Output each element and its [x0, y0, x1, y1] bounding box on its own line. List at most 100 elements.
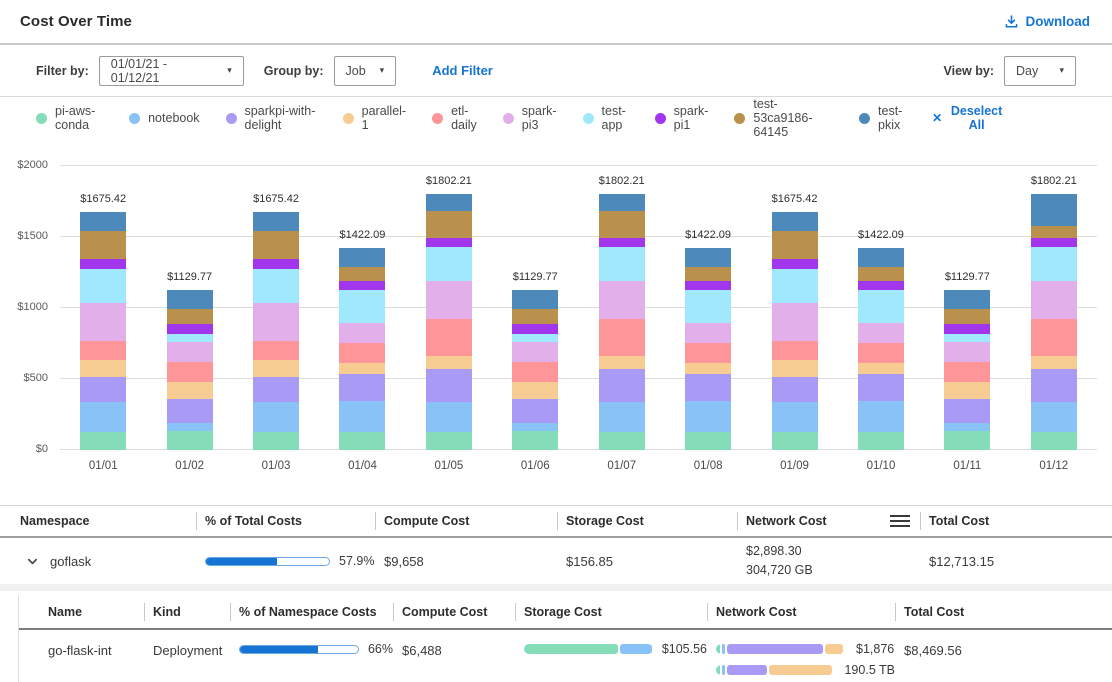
- bar-segment-spark-pi1[interactable]: [858, 281, 904, 291]
- stacked-bar-01/04[interactable]: [339, 248, 385, 450]
- bar-segment-pi-aws-conda[interactable]: [944, 431, 990, 450]
- bar-segment-test-53ca9186-64145[interactable]: [685, 267, 731, 281]
- col-header-total-cost[interactable]: Total Cost: [895, 595, 1112, 628]
- stacked-bar-01/06[interactable]: [512, 290, 558, 450]
- stacked-bar-01/12[interactable]: [1031, 194, 1077, 450]
- stacked-bar-01/07[interactable]: [599, 194, 645, 450]
- bar-segment-pi-aws-conda[interactable]: [426, 432, 472, 450]
- bar-segment-spark-pi3[interactable]: [253, 303, 299, 341]
- col-header-network-cost[interactable]: Network Cost: [707, 595, 895, 628]
- bar-segment-test-53ca9186-64145[interactable]: [599, 211, 645, 238]
- col-header-namespace[interactable]: Namespace: [0, 506, 196, 536]
- bar-segment-test-pkix[interactable]: [253, 212, 299, 231]
- bar-segment-etl-daily[interactable]: [253, 341, 299, 360]
- legend-item-test-53ca9186-64145[interactable]: test-53ca9186-64145: [734, 97, 833, 139]
- bar-segment-spark-pi3[interactable]: [772, 303, 818, 341]
- column-menu-icon[interactable]: [890, 512, 910, 530]
- bar-segment-etl-daily[interactable]: [944, 362, 990, 382]
- bar-segment-test-pkix[interactable]: [80, 212, 126, 231]
- bar-segment-parallel-1[interactable]: [599, 356, 645, 369]
- stacked-bar-01/11[interactable]: [944, 290, 990, 450]
- bar-segment-test-pkix[interactable]: [944, 290, 990, 310]
- stacked-bar-01/05[interactable]: [426, 194, 472, 450]
- date-range-dropdown[interactable]: 01/01/21 - 01/12/21 ▾: [99, 56, 244, 86]
- bar-segment-etl-daily[interactable]: [339, 343, 385, 364]
- bar-segment-sparkpi-with-delight[interactable]: [1031, 369, 1077, 403]
- bar-segment-test-app[interactable]: [599, 247, 645, 282]
- bar-segment-etl-daily[interactable]: [167, 362, 213, 382]
- bar-segment-parallel-1[interactable]: [1031, 356, 1077, 369]
- bar-segment-test-app[interactable]: [426, 247, 472, 282]
- bar-segment-etl-daily[interactable]: [426, 319, 472, 356]
- bar-segment-sparkpi-with-delight[interactable]: [772, 377, 818, 402]
- bar-segment-spark-pi3[interactable]: [944, 342, 990, 362]
- bar-segment-etl-daily[interactable]: [772, 341, 818, 360]
- col-header-percent-total-costs[interactable]: % of Total Costs: [196, 506, 375, 536]
- bar-segment-test-53ca9186-64145[interactable]: [80, 231, 126, 259]
- stacked-bar-01/01[interactable]: [80, 212, 126, 450]
- col-header-storage-cost[interactable]: Storage Cost: [515, 595, 707, 628]
- bar-segment-spark-pi1[interactable]: [167, 324, 213, 335]
- col-header-kind[interactable]: Kind: [144, 595, 230, 628]
- col-header-storage-cost[interactable]: Storage Cost: [557, 506, 737, 536]
- bar-segment-parallel-1[interactable]: [858, 363, 904, 374]
- bar-segment-spark-pi1[interactable]: [512, 324, 558, 335]
- bar-segment-sparkpi-with-delight[interactable]: [80, 377, 126, 402]
- bar-segment-test-pkix[interactable]: [685, 248, 731, 267]
- bar-segment-test-53ca9186-64145[interactable]: [253, 231, 299, 259]
- bar-segment-test-pkix[interactable]: [167, 290, 213, 310]
- col-header-name[interactable]: Name: [19, 595, 144, 628]
- bar-segment-notebook[interactable]: [167, 423, 213, 431]
- col-header-network-cost[interactable]: Network Cost: [737, 506, 920, 536]
- bar-segment-etl-daily[interactable]: [685, 343, 731, 364]
- legend-item-parallel-1[interactable]: parallel-1: [343, 104, 406, 132]
- bar-segment-sparkpi-with-delight[interactable]: [426, 369, 472, 403]
- bar-segment-pi-aws-conda[interactable]: [858, 432, 904, 450]
- bar-segment-pi-aws-conda[interactable]: [80, 432, 126, 450]
- bar-segment-spark-pi3[interactable]: [599, 281, 645, 318]
- bar-segment-spark-pi3[interactable]: [1031, 281, 1077, 318]
- bar-segment-test-pkix[interactable]: [858, 248, 904, 267]
- bar-segment-notebook[interactable]: [1031, 402, 1077, 432]
- bar-segment-spark-pi3[interactable]: [858, 323, 904, 343]
- bar-segment-etl-daily[interactable]: [80, 341, 126, 360]
- bar-segment-pi-aws-conda[interactable]: [1031, 432, 1077, 450]
- bar-segment-etl-daily[interactable]: [1031, 319, 1077, 356]
- bar-segment-pi-aws-conda[interactable]: [512, 431, 558, 450]
- bar-segment-test-app[interactable]: [512, 334, 558, 342]
- legend-item-spark-pi3[interactable]: spark-pi3: [503, 104, 557, 132]
- legend-item-notebook[interactable]: notebook: [129, 111, 199, 125]
- bar-segment-test-app[interactable]: [772, 269, 818, 303]
- legend-item-pi-aws-conda[interactable]: pi-aws-conda: [36, 104, 103, 132]
- bar-segment-spark-pi1[interactable]: [426, 238, 472, 247]
- bar-segment-spark-pi3[interactable]: [512, 342, 558, 362]
- bar-segment-sparkpi-with-delight[interactable]: [685, 374, 731, 401]
- bar-segment-parallel-1[interactable]: [772, 360, 818, 376]
- bar-segment-spark-pi1[interactable]: [339, 281, 385, 291]
- bar-segment-test-app[interactable]: [858, 290, 904, 323]
- bar-segment-test-pkix[interactable]: [426, 194, 472, 211]
- legend-item-spark-pi1[interactable]: spark-pi1: [655, 104, 709, 132]
- bar-segment-test-pkix[interactable]: [599, 194, 645, 211]
- bar-segment-notebook[interactable]: [772, 402, 818, 432]
- legend-item-test-pkix[interactable]: test-pkix: [859, 104, 906, 132]
- bar-segment-spark-pi3[interactable]: [339, 323, 385, 343]
- bar-segment-parallel-1[interactable]: [167, 382, 213, 400]
- bar-segment-spark-pi3[interactable]: [80, 303, 126, 341]
- bar-segment-pi-aws-conda[interactable]: [685, 432, 731, 450]
- bar-segment-etl-daily[interactable]: [512, 362, 558, 382]
- bar-segment-test-app[interactable]: [944, 334, 990, 342]
- bar-segment-test-53ca9186-64145[interactable]: [1031, 226, 1077, 237]
- bar-segment-parallel-1[interactable]: [685, 363, 731, 374]
- bar-segment-test-53ca9186-64145[interactable]: [339, 267, 385, 281]
- bar-segment-test-pkix[interactable]: [512, 290, 558, 310]
- bar-segment-test-app[interactable]: [80, 269, 126, 303]
- bar-segment-etl-daily[interactable]: [858, 343, 904, 364]
- add-filter-button[interactable]: Add Filter: [416, 56, 509, 85]
- bar-segment-test-app[interactable]: [1031, 247, 1077, 282]
- bar-segment-pi-aws-conda[interactable]: [772, 432, 818, 450]
- bar-segment-notebook[interactable]: [512, 423, 558, 431]
- bar-segment-etl-daily[interactable]: [599, 319, 645, 356]
- bar-segment-parallel-1[interactable]: [80, 360, 126, 376]
- stacked-bar-01/09[interactable]: [772, 212, 818, 450]
